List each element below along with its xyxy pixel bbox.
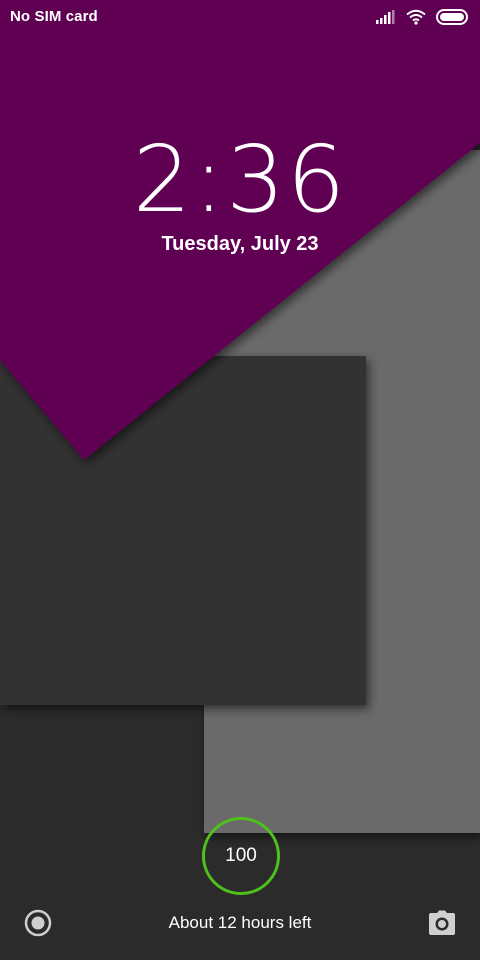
camera-icon[interactable] bbox=[428, 910, 456, 936]
battery-level-value: 100 bbox=[225, 845, 257, 866]
battery-time-left: About 12 hours left bbox=[168, 913, 312, 932]
lock-date: Tuesday, July 23 bbox=[161, 233, 319, 255]
carrier-label: No SIM card bbox=[10, 8, 98, 25]
lock-clock: 2:36 bbox=[132, 126, 348, 233]
status-bar: No SIM card bbox=[0, 0, 480, 34]
record-icon[interactable] bbox=[24, 909, 52, 937]
battery-icon bbox=[436, 9, 468, 25]
status-icons bbox=[376, 9, 468, 25]
lock-screen: No SIM card 2:36 Tuesday, July 23 100 Ab… bbox=[0, 0, 480, 960]
battery-level-ring: 100 bbox=[202, 817, 280, 895]
signal-icon bbox=[376, 10, 395, 24]
wifi-icon bbox=[406, 9, 426, 25]
